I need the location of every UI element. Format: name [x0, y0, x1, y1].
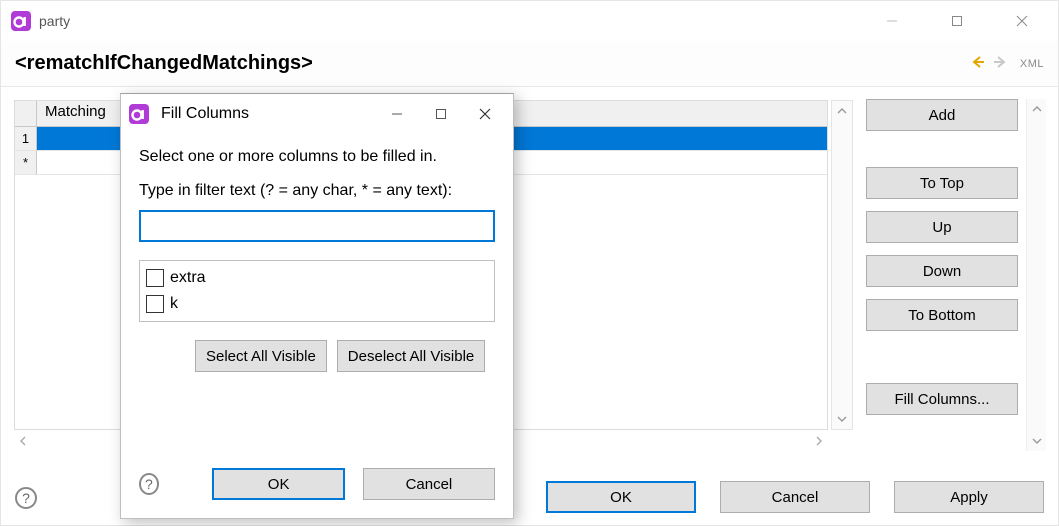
- select-buttons-row: Select All Visible Deselect All Visible: [139, 340, 495, 372]
- dialog-minimize-button[interactable]: [375, 94, 419, 134]
- to-top-button[interactable]: To Top: [866, 167, 1018, 199]
- dialog-ok-button[interactable]: OK: [212, 468, 344, 500]
- dialog-titlebar: Fill Columns: [121, 94, 513, 134]
- list-item[interactable]: extra: [146, 265, 488, 291]
- dialog-footer: ? OK Cancel: [121, 454, 513, 518]
- maximize-button[interactable]: [924, 1, 989, 41]
- tag-header: <rematchIfChangedMatchings> XML: [1, 41, 1058, 87]
- dialog-cancel-button[interactable]: Cancel: [363, 468, 495, 500]
- chevron-left-icon[interactable]: [18, 433, 28, 449]
- select-all-visible-button[interactable]: Select All Visible: [195, 340, 327, 372]
- deselect-all-visible-button[interactable]: Deselect All Visible: [337, 340, 485, 372]
- outer-vertical-scrollbar[interactable]: [1026, 99, 1046, 451]
- app-icon: [129, 104, 149, 124]
- list-item-label: extra: [170, 269, 206, 287]
- close-button[interactable]: [989, 1, 1054, 41]
- grid-corner-cell[interactable]: [15, 101, 37, 126]
- chevron-right-icon[interactable]: [814, 433, 824, 449]
- dialog-maximize-button[interactable]: [419, 94, 463, 134]
- up-button[interactable]: Up: [866, 211, 1018, 243]
- dialog-message: Select one or more columns to be filled …: [139, 148, 495, 166]
- filter-input[interactable]: [139, 210, 495, 242]
- xml-label[interactable]: XML: [1020, 58, 1044, 70]
- grid-vertical-scrollbar[interactable]: [831, 100, 853, 430]
- scroll-track[interactable]: [1027, 119, 1046, 431]
- main-titlebar: party: [1, 1, 1058, 41]
- ok-button[interactable]: OK: [546, 481, 696, 513]
- filter-label: Type in filter text (? = any char, * = a…: [139, 182, 495, 200]
- window-controls: [859, 1, 1054, 41]
- side-button-column: Add To Top Up Down To Bottom Fill Column…: [866, 99, 1018, 451]
- help-icon[interactable]: ?: [139, 473, 159, 495]
- chevron-up-icon[interactable]: [832, 101, 852, 121]
- column-list: extra k: [139, 260, 495, 322]
- row-header[interactable]: 1: [15, 127, 37, 151]
- dialog-close-button[interactable]: [463, 94, 507, 134]
- fill-columns-dialog: Fill Columns Select one or more columns …: [120, 93, 514, 519]
- down-button[interactable]: Down: [866, 255, 1018, 287]
- list-item-label: k: [170, 295, 178, 313]
- window-title: party: [39, 13, 70, 29]
- chevron-down-icon[interactable]: [1027, 431, 1046, 451]
- nav-back-icon[interactable]: [970, 54, 986, 73]
- app-icon: [11, 11, 31, 31]
- column-header-matching[interactable]: Matching: [37, 101, 127, 126]
- cancel-button[interactable]: Cancel: [720, 481, 870, 513]
- checkbox[interactable]: [146, 295, 164, 313]
- list-item[interactable]: k: [146, 291, 488, 317]
- row-header[interactable]: *: [15, 151, 37, 175]
- apply-button[interactable]: Apply: [894, 481, 1044, 513]
- to-bottom-button[interactable]: To Bottom: [866, 299, 1018, 331]
- page-title: <rematchIfChangedMatchings>: [15, 52, 313, 75]
- minimize-button[interactable]: [859, 1, 924, 41]
- checkbox[interactable]: [146, 269, 164, 287]
- dialog-title: Fill Columns: [161, 105, 249, 123]
- chevron-up-icon[interactable]: [1027, 99, 1046, 119]
- chevron-down-icon[interactable]: [832, 409, 852, 429]
- fill-columns-button[interactable]: Fill Columns...: [866, 383, 1018, 415]
- nav-forward-icon[interactable]: [992, 54, 1008, 73]
- add-button[interactable]: Add: [866, 99, 1018, 131]
- scroll-track[interactable]: [832, 121, 852, 409]
- dialog-body: Select one or more columns to be filled …: [121, 134, 513, 454]
